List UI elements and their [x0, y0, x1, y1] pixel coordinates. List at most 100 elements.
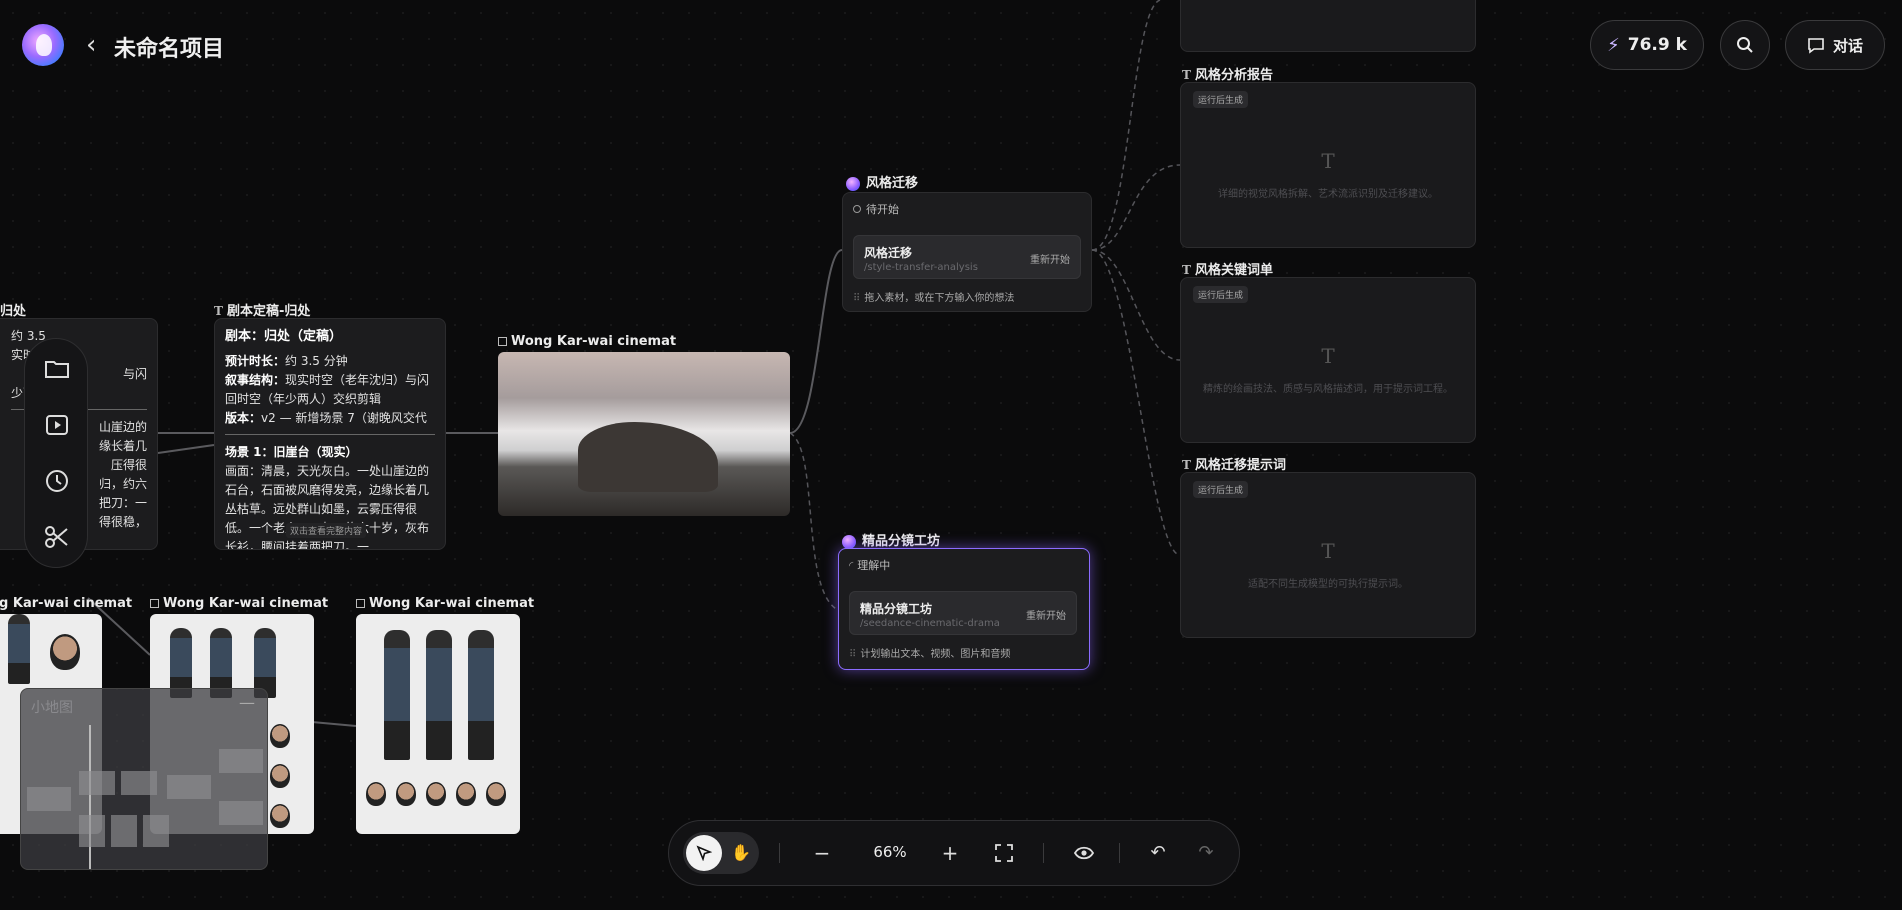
- zoom-in-button[interactable]: +: [935, 838, 965, 868]
- redo-button[interactable]: ↷: [1191, 838, 1221, 868]
- style-transfer-status: 待开始: [853, 201, 899, 217]
- restart-button[interactable]: 重新开始: [1030, 251, 1070, 266]
- hand-tool-button[interactable]: ✋: [727, 835, 755, 871]
- style-transfer-title: 风格迁移: [846, 172, 918, 191]
- text-placeholder-icon: T: [1321, 539, 1335, 563]
- minimap-block: [219, 749, 263, 773]
- zoom-out-button[interactable]: −: [807, 838, 837, 868]
- script-node-title: T 剧本定稿-归处: [214, 304, 311, 319]
- minimize-icon[interactable]: —: [239, 693, 255, 712]
- search-icon: [1737, 37, 1753, 53]
- text-icon: T: [1182, 458, 1191, 472]
- project-title[interactable]: 未命名项目: [114, 31, 224, 63]
- fullscreen-icon: [995, 844, 1013, 862]
- skill-path: /seedance-cinematic-drama: [860, 618, 1000, 629]
- preview-button[interactable]: [1069, 838, 1099, 868]
- pending-tag: 运行后生成: [1193, 481, 1249, 498]
- chat-icon: [1808, 38, 1824, 54]
- expand-tooltip: 双击查看完整内容: [286, 523, 367, 538]
- redo-icon: ↷: [1198, 842, 1214, 863]
- duration-value: 约 3.5 分钟: [285, 354, 348, 368]
- storyboard-node[interactable]: ◜ 理解中 精品分镜工坊 /seedance-cinematic-drama 重新…: [838, 548, 1090, 670]
- minimap-block: [167, 775, 211, 799]
- scene-heading: 场景 1：旧崖台（现实）: [225, 445, 358, 459]
- fit-view-button[interactable]: [989, 838, 1019, 868]
- minimap-block: [27, 787, 71, 811]
- history-icon[interactable]: [43, 467, 71, 495]
- text-icon: T: [1182, 263, 1191, 277]
- output-desc: 适配不同生成模型的可执行提示词。: [1248, 579, 1408, 590]
- app-logo[interactable]: [22, 24, 64, 66]
- minimap-block: [121, 771, 157, 795]
- restart-button[interactable]: 重新开始: [1026, 607, 1066, 622]
- image-icon: [150, 599, 159, 608]
- structure-label: 叙事结构：: [225, 373, 286, 387]
- minimap-block: [79, 771, 115, 795]
- chat-label: 对话: [1832, 36, 1863, 55]
- select-tool-button[interactable]: [686, 835, 722, 871]
- style-transfer-node[interactable]: 待开始 风格迁移 /style-transfer-analysis 重新开始 ⠿…: [842, 192, 1092, 312]
- pending-tag: 运行后生成: [1193, 286, 1249, 303]
- version-label: 版本：: [225, 411, 262, 425]
- undo-icon: ↶: [1150, 842, 1166, 863]
- duration-label: 预计时长：: [225, 354, 286, 368]
- output-title: T 风格迁移提示词: [1182, 458, 1286, 473]
- search-button[interactable]: [1720, 20, 1770, 70]
- credits-badge[interactable]: ⚡ 76.9 k: [1590, 20, 1704, 70]
- output-node[interactable]: 运行后生成 T 适配不同生成模型的可执行提示词。: [1180, 472, 1476, 638]
- cliff-image[interactable]: [498, 352, 790, 516]
- character-sheet-right[interactable]: [356, 614, 520, 834]
- image-node-title: Wong Kar-wai cinemat: [498, 334, 676, 349]
- folder-icon[interactable]: [43, 355, 71, 383]
- toolbar-divider: [1043, 843, 1044, 863]
- script-heading: 剧本：归处（定稿）: [225, 329, 343, 344]
- skill-name: 风格迁移: [864, 246, 913, 260]
- left-node-title: 归处: [0, 304, 27, 319]
- text-icon: T: [1182, 68, 1191, 82]
- storyboard-status: ◜ 理解中: [849, 559, 891, 572]
- output-node[interactable]: 运行后生成 T 精炼的绘画技法、质感与风格描述词，用于提示词工程。: [1180, 277, 1476, 443]
- text-icon: T: [214, 304, 223, 318]
- output-node[interactable]: 运行后生成 T 详细的视觉风格拆解、艺术流派识别及迁移建议。: [1180, 82, 1476, 248]
- skill-orb-icon: [842, 534, 856, 549]
- toolbar-divider: [1119, 843, 1120, 863]
- cursor-icon: [696, 845, 713, 862]
- minimap[interactable]: 小地图 —: [20, 688, 268, 870]
- image-node-title-right: Wong Kar-wai cinemat: [356, 596, 534, 611]
- pending-icon: [853, 205, 861, 213]
- storyboard-hint: ⠿ 计划输出文本、视频、图片和音频: [849, 649, 1011, 660]
- zoom-level[interactable]: 66%: [865, 843, 915, 861]
- loading-icon: ◜: [849, 559, 854, 572]
- minimap-block: [79, 815, 105, 847]
- video-icon[interactable]: [43, 411, 71, 439]
- left-tool-sidebar: [24, 338, 88, 568]
- lightning-icon: ⚡: [1607, 34, 1620, 56]
- output-title: T 风格分析报告: [1182, 68, 1273, 83]
- storyboard-skill[interactable]: 精品分镜工坊 /seedance-cinematic-drama 重新开始: [849, 591, 1077, 635]
- text-placeholder-icon: T: [1321, 344, 1335, 368]
- minimap-block: [219, 801, 263, 825]
- style-transfer-skill[interactable]: 风格迁移 /style-transfer-analysis 重新开始: [853, 235, 1081, 279]
- image-icon: [356, 599, 365, 608]
- text-placeholder-icon: T: [1321, 149, 1335, 173]
- eye-icon: [1073, 846, 1095, 860]
- style-transfer-hint: ⠿ 拖入素材，或在下方输入你的想法: [853, 293, 1015, 304]
- canvas-toolbar: ✋ − 66% + ↶ ↷: [668, 820, 1240, 886]
- scissors-icon[interactable]: [43, 523, 71, 551]
- version-value: v2 — 新增场景 7（谢晚风交代: [261, 411, 427, 425]
- output-node-top[interactable]: [1180, 0, 1476, 52]
- output-desc: 详细的视觉风格拆解、艺术流派识别及迁移建议。: [1218, 189, 1438, 200]
- back-button[interactable]: ‹: [86, 32, 96, 58]
- script-node[interactable]: 剧本：归处（定稿） 预计时长：约 3.5 分钟 叙事结构：现实时空（老年沈归）与…: [214, 318, 446, 550]
- skill-orb-icon: [846, 176, 860, 191]
- undo-button[interactable]: ↶: [1143, 838, 1173, 868]
- minimap-block: [143, 815, 169, 847]
- credits-value: 76.9 k: [1627, 35, 1687, 55]
- output-title: T 风格关键词单: [1182, 263, 1273, 278]
- chat-button[interactable]: 对话: [1785, 20, 1885, 70]
- output-desc: 精炼的绘画技法、质感与风格描述词，用于提示词工程。: [1203, 384, 1453, 395]
- minimap-title: 小地图: [31, 700, 73, 716]
- minimap-block: [111, 815, 137, 847]
- toolbar-divider: [779, 843, 780, 863]
- image-icon: [498, 337, 507, 346]
